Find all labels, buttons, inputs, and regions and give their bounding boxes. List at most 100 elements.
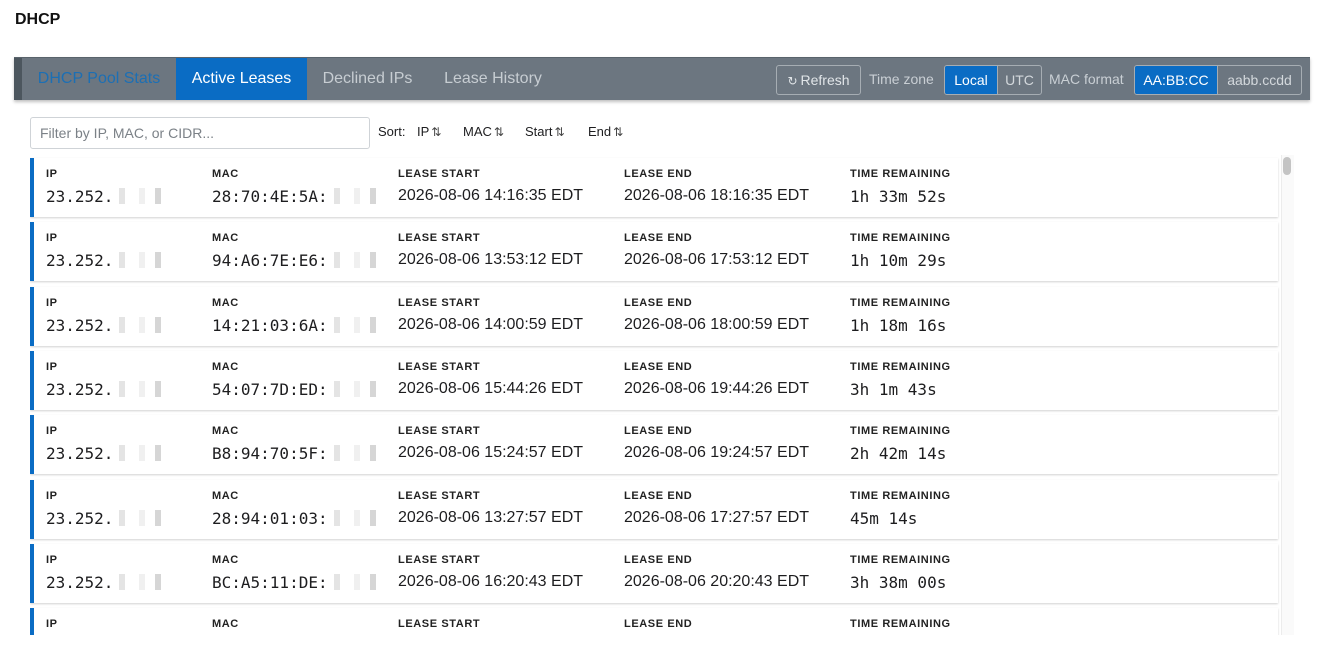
tab-lease-history[interactable]: Lease History [428,58,558,100]
lease-start-cell: LEASE START 2026-08-06 16:20:43 EDT [398,554,583,591]
lease-start-text: 2026-08-06 13:53:12 EDT [398,251,584,269]
lease-end-cell: LEASE END 2026-08-06 19:44:26 EDT [624,361,809,398]
lease-end-cell: LEASE END 2026-08-06 20:20:43 EDT [624,554,809,591]
lease-ip-header: IP [46,618,58,631]
lease-time-remaining-header: TIME REMAINING [850,168,951,180]
redacted-block [329,252,378,269]
redacted-block [329,316,378,333]
lease-end-value: 2026-08-06 18:00:59 EDT [624,316,809,334]
redacted-block [115,316,164,333]
lease-end-text: 2026-08-06 20:20:43 EDT [624,572,810,590]
lease-row[interactable]: IP 23.252. MAC 28:94:01:03: LEASE START 2026-… [30,479,1278,539]
timezone-local-option[interactable]: Local [945,66,997,94]
sort-start-button[interactable]: Start ⇅ [525,124,565,139]
up-down-arrows-icon: ⇅ [554,125,565,139]
lease-time-remaining-cell: TIME REMAINING 1h 10m 29s [850,232,951,270]
lease-ip-cell: IP 23.252. [46,360,164,399]
lease-ip-text: 23.252. [46,572,114,592]
filter-input[interactable] [30,117,370,149]
lease-ip-cell: IP 23.252. [46,425,164,463]
lease-time-remaining-value: 1h 18m 16s [850,316,951,335]
redacted-block [115,445,164,462]
redacted-block [329,380,378,397]
lease-end-header: LEASE END [624,168,693,180]
lease-ip-cell: IP 23.252. [46,297,164,335]
timezone-utc-option[interactable]: UTC [997,66,1041,94]
lease-mac-value: 54:07:7D:ED: [212,380,378,399]
lease-start-cell: LEASE START [398,618,480,635]
lease-time-remaining-header: TIME REMAINING [850,425,951,438]
lease-end-cell: LEASE END 2026-08-06 17:27:57 EDT [624,490,809,527]
lease-time-remaining-header: TIME REMAINING [850,618,951,631]
lease-mac-header: MAC [212,168,239,180]
redacted-block [329,573,378,590]
lease-start-header: LEASE START [398,168,481,180]
sort-ip-button[interactable]: IP ⇅ [417,124,441,139]
lease-end-text: 2026-08-06 19:24:57 EDT [624,444,810,462]
lease-mac-text: BC:A5:11:DE: [212,572,328,592]
lease-end-header: LEASE END [624,553,693,566]
up-down-arrows-icon: ⇅ [613,125,624,139]
lease-start-header: LEASE START [398,425,481,438]
lease-end-value: 2026-08-06 17:27:57 EDT [624,509,809,527]
lease-end-header: LEASE END [624,618,693,631]
lease-row[interactable]: IP 23.252. MAC 54:07:7D:ED: LEASE START 2026-… [30,350,1278,410]
lease-mac-cell: MAC 28:70:4E:5A: [212,168,378,206]
lease-time-remaining-header: TIME REMAINING [850,360,951,373]
lease-mac-value: BC:A5:11:DE: [212,573,378,592]
lease-ip-header: IP [46,232,58,245]
lease-start-text: 2026-08-06 14:00:59 EDT [398,315,584,333]
tab-active-leases[interactable]: Active Leases [176,58,307,100]
sort-end-button[interactable]: End ⇅ [588,124,623,139]
lease-ip-text: 23.252. [46,187,114,206]
tab-dhcp-pool-stats[interactable]: DHCP Pool Stats [22,58,176,100]
lease-end-text: 2026-08-06 17:53:12 EDT [624,251,810,269]
lease-ip-header: IP [46,425,58,438]
lease-time-remaining-text: 1h 33m 52s [850,187,947,206]
tab-declined-ips[interactable]: Declined IPs [307,58,428,100]
lease-ip-value: 23.252. [46,187,164,206]
lease-end-text: 2026-08-06 19:44:26 EDT [624,379,810,397]
lease-time-remaining-text: 45m 14s [850,508,918,528]
lease-time-remaining-header: TIME REMAINING [850,553,951,566]
lease-mac-cell: MAC 14:21:03:6A: [212,297,378,335]
lease-start-cell: LEASE START 2026-08-06 15:44:26 EDT [398,361,583,398]
lease-start-cell: LEASE START 2026-08-06 13:53:12 EDT [398,232,583,269]
lease-ip-value: 23.252. [46,572,164,592]
lease-row[interactable]: IP 23.252. MAC 94:A6:7E:E6: LEASE START 2026-… [30,222,1278,282]
lease-time-remaining-cell: TIME REMAINING 3h 38m 00s [850,554,951,592]
mac-format-colon-option[interactable]: AA:BB:CC [1135,66,1217,94]
lease-time-remaining-header: TIME REMAINING [850,489,951,502]
page-title: DHCP [15,11,61,28]
lease-time-remaining-value: 1h 33m 52s [850,187,951,206]
timezone-toggle: Local UTC [944,65,1042,95]
mac-format-toggle: AA:BB:CC aabb.ccdd [1134,65,1302,95]
up-down-arrows-icon: ⇅ [431,125,442,139]
lease-time-remaining-text: 2h 42m 14s [850,444,947,464]
lease-mac-value: 28:94:01:03: [212,509,378,528]
lease-row[interactable]: IP MAC LEASE START LEASE END TIME REMAINING [30,608,1278,635]
lease-time-remaining-cell: TIME REMAINING [850,618,951,635]
lease-start-text: 2026-08-06 14:16:35 EDT [398,187,584,204]
mac-format-dot-option[interactable]: aabb.ccdd [1217,66,1301,94]
lease-mac-value: B8:94:70:5F: [212,444,378,463]
lease-row[interactable]: IP 23.252. MAC B8:94:70:5F: LEASE START 2026-… [30,415,1278,475]
sort-mac-button[interactable]: MAC ⇅ [463,124,504,139]
scrollbar-track[interactable] [1281,155,1294,635]
mac-format-label: MAC format [1049,71,1124,87]
redacted-block [329,509,378,526]
lease-row[interactable]: IP 23.252. MAC BC:A5:11:DE: LEASE START 2026-… [30,543,1278,603]
up-down-arrows-icon: ⇅ [493,125,504,139]
lease-time-remaining-text: 3h 1m 43s [850,379,937,399]
lease-start-text: 2026-08-06 15:24:57 EDT [398,444,584,462]
refresh-button[interactable]: ↻ Refresh [776,65,861,95]
lease-ip-header: IP [46,360,58,373]
scrollbar-thumb[interactable] [1283,157,1291,175]
lease-ip-cell: IP 23.252. [46,490,164,528]
lease-mac-text: B8:94:70:5F: [212,444,328,464]
lease-row[interactable]: IP 23.252. MAC 28:70:4E:5A: LEASE START 2026-… [30,158,1278,217]
lease-ip-value: 23.252. [46,508,164,528]
lease-row[interactable]: IP 23.252. MAC 14:21:03:6A: LEASE START 2026-… [30,286,1278,346]
lease-time-remaining-value: 3h 1m 43s [850,380,951,399]
lease-ip-text: 23.252. [46,508,114,528]
